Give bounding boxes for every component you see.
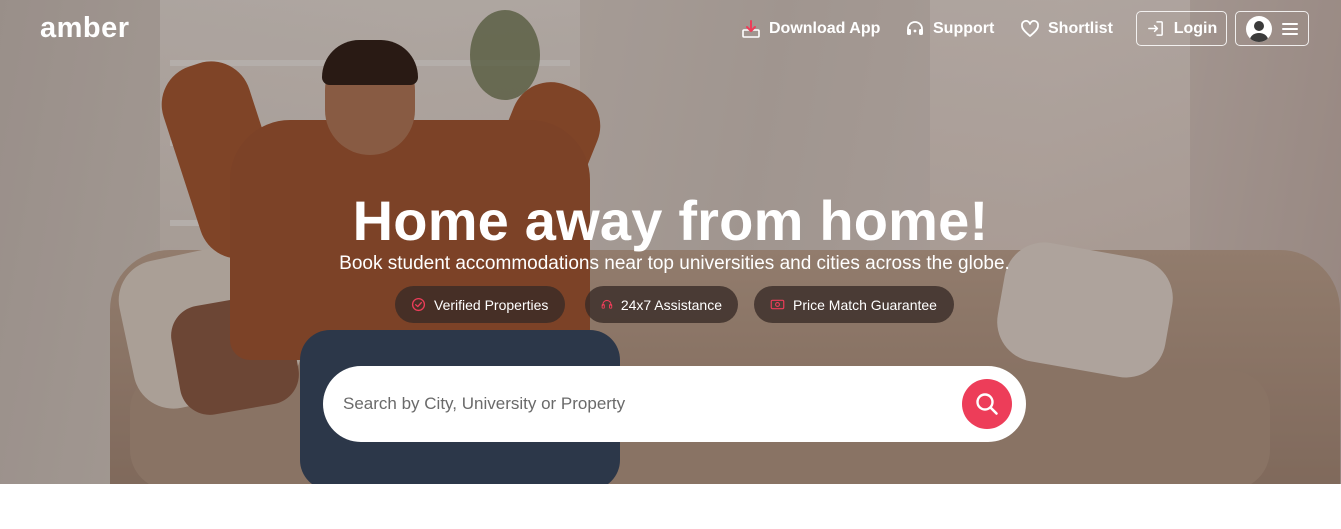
heart-icon bbox=[1021, 20, 1039, 37]
badge-price-match: Price Match Guarantee bbox=[754, 286, 954, 323]
user-avatar-icon bbox=[1246, 15, 1272, 42]
badge-24x7-assistance: 24x7 Assistance bbox=[585, 286, 738, 323]
search-bar bbox=[323, 366, 1026, 442]
hero-subline: Book student accommodations near top uni… bbox=[339, 253, 1010, 274]
check-circle-icon bbox=[411, 297, 426, 312]
headset-icon bbox=[601, 299, 613, 309]
login-label: Login bbox=[1173, 19, 1218, 37]
amber-logo[interactable]: amber bbox=[40, 12, 130, 45]
nav-shortlist-label: Shortlist bbox=[1048, 20, 1113, 37]
badge-label: Verified Properties bbox=[434, 296, 549, 313]
badge-label: Price Match Guarantee bbox=[793, 296, 937, 313]
login-button[interactable]: Login bbox=[1136, 11, 1227, 46]
nav-shortlist[interactable]: Shortlist bbox=[1020, 16, 1113, 42]
headset-icon bbox=[907, 21, 923, 35]
nav-support[interactable]: Support bbox=[905, 16, 994, 42]
hamburger-menu-icon bbox=[1282, 22, 1298, 35]
nav-support-label: Support bbox=[933, 20, 995, 37]
search-icon bbox=[976, 393, 998, 415]
money-icon bbox=[770, 299, 785, 310]
badge-verified-properties: Verified Properties bbox=[395, 286, 565, 323]
login-icon bbox=[1147, 21, 1163, 36]
download-icon bbox=[742, 20, 760, 38]
nav-download-app[interactable]: Download App bbox=[741, 16, 880, 42]
search-button[interactable] bbox=[962, 379, 1012, 429]
account-menu-button[interactable] bbox=[1235, 11, 1309, 46]
search-input[interactable] bbox=[343, 384, 953, 424]
nav-download-label: Download App bbox=[769, 20, 881, 37]
badge-label: 24x7 Assistance bbox=[620, 296, 722, 313]
hero-headline: Home away from home! bbox=[352, 189, 989, 252]
hero-banner: amber Download App Support Shortlist Log… bbox=[0, 0, 1341, 484]
